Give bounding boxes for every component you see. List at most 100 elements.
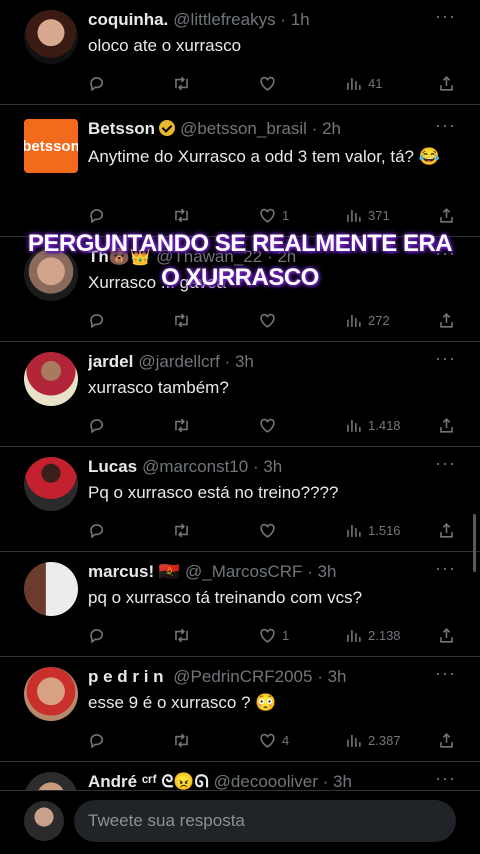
reply-icon <box>90 733 104 748</box>
reply-button[interactable] <box>88 204 107 226</box>
views-button[interactable]: 41 <box>344 72 382 94</box>
verified-icon <box>159 120 176 136</box>
author-name[interactable]: Lucas <box>88 457 137 476</box>
tweet-time: · 2h <box>311 119 341 138</box>
author-handle[interactable]: @betsson_brasil <box>180 119 307 138</box>
tweet-text: esse 9 é o xurrasco ? 😳 <box>88 693 277 712</box>
views-icon <box>347 419 361 432</box>
share-icon <box>440 417 453 433</box>
views-button[interactable]: 371 <box>344 204 390 226</box>
views-button[interactable]: 272 <box>344 309 390 331</box>
tweet[interactable]: jardel @jardellcrf · 3h ··· xurrasco tamb… <box>0 342 480 447</box>
current-user-avatar[interactable] <box>24 801 64 841</box>
reply-input[interactable]: Tweete sua resposta <box>74 800 456 842</box>
author-name[interactable]: Betsson <box>88 119 155 138</box>
author-name[interactable]: coquinha. <box>88 10 168 29</box>
tweet[interactable]: p e d r i n @PedrinCRF2005 · 3h ··· esse… <box>0 657 480 762</box>
retweet-button[interactable] <box>172 414 191 436</box>
share-button[interactable] <box>437 624 456 646</box>
tweet-actions: 272 <box>88 309 456 331</box>
share-icon <box>440 207 453 223</box>
share-button[interactable] <box>437 72 456 94</box>
tweet-actions: 41 <box>88 72 456 94</box>
more-icon[interactable]: ··· <box>435 768 456 789</box>
more-icon[interactable]: ··· <box>435 115 456 136</box>
avatar[interactable] <box>24 562 78 616</box>
avatar[interactable] <box>24 352 78 406</box>
views-button[interactable]: 2.138 <box>344 624 401 646</box>
like-count: 1 <box>282 627 290 643</box>
more-icon[interactable]: ··· <box>435 348 456 369</box>
avatar[interactable] <box>24 772 78 790</box>
retweet-icon <box>175 418 188 432</box>
author-handle[interactable]: @jardellcrf <box>138 352 220 371</box>
avatar[interactable] <box>24 457 78 511</box>
share-icon <box>440 522 453 538</box>
share-button[interactable] <box>437 204 456 226</box>
share-button[interactable] <box>437 414 456 436</box>
share-button[interactable] <box>437 519 456 541</box>
reply-icon <box>90 523 104 538</box>
tweet[interactable]: marcus! 🇦🇴 @_MarcosCRF · 3h ··· pq o xurr… <box>0 552 480 657</box>
retweet-button[interactable] <box>172 309 191 331</box>
author-handle[interactable]: @littlefreakys <box>173 10 275 29</box>
view-count: 2.138 <box>368 627 401 643</box>
retweet-button[interactable] <box>172 519 191 541</box>
reply-icon <box>90 418 104 433</box>
more-icon[interactable]: ··· <box>435 453 456 474</box>
like-button[interactable]: 1 <box>258 624 289 646</box>
views-button[interactable]: 2.387 <box>344 729 401 751</box>
share-icon <box>440 732 453 748</box>
tweet-header: coquinha. @littlefreakys · 1h <box>88 9 428 31</box>
retweet-icon <box>175 76 188 90</box>
tweet[interactable]: coquinha. @littlefreakys · 1h ··· oloco a… <box>0 0 480 105</box>
author-handle[interactable]: @marconst10 <box>142 457 248 476</box>
tweet-actions: 1 2.138 <box>88 624 456 646</box>
more-icon[interactable]: ··· <box>435 6 456 27</box>
tweet[interactable]: André ᶜʳᶠ ᘓ😠ᘏ @decoooliver · 3h ··· <box>0 762 480 790</box>
views-icon <box>347 629 361 642</box>
retweet-button[interactable] <box>172 729 191 751</box>
retweet-button[interactable] <box>172 204 191 226</box>
like-button[interactable]: 1 <box>258 204 289 226</box>
author-name[interactable]: p e d r i n <box>88 667 168 686</box>
heart-icon <box>260 628 275 643</box>
reply-button[interactable] <box>88 519 107 541</box>
like-button[interactable] <box>258 72 282 94</box>
author-handle[interactable]: @PedrinCRF2005 <box>173 667 312 686</box>
author-name[interactable]: André ᶜʳᶠ ᘓ😠ᘏ <box>88 772 209 790</box>
like-button[interactable] <box>258 309 282 331</box>
avatar[interactable]: betsson <box>24 119 78 173</box>
retweet-icon <box>175 733 188 747</box>
reply-button[interactable] <box>88 414 107 436</box>
avatar[interactable] <box>24 10 78 64</box>
retweet-button[interactable] <box>172 624 191 646</box>
author-handle[interactable]: @decoooliver <box>214 772 318 790</box>
avatar[interactable] <box>24 667 78 721</box>
view-count: 2.387 <box>368 732 401 748</box>
like-button[interactable]: 4 <box>258 729 289 751</box>
heart-icon <box>260 418 275 433</box>
author-handle[interactable]: @_MarcosCRF <box>185 562 302 581</box>
author-name[interactable]: jardel <box>88 352 133 371</box>
tweet-text: xurrasco também? <box>88 378 229 397</box>
share-button[interactable] <box>437 729 456 751</box>
reply-button[interactable] <box>88 624 107 646</box>
tweet[interactable]: betsson Betsson @betsson_brasil · 2h ··· … <box>0 105 480 237</box>
reply-button[interactable] <box>88 309 107 331</box>
like-button[interactable] <box>258 414 282 436</box>
scrollbar[interactable] <box>473 514 476 572</box>
views-button[interactable]: 1.418 <box>344 414 401 436</box>
views-button[interactable]: 1.516 <box>344 519 401 541</box>
more-icon[interactable]: ··· <box>435 558 456 579</box>
retweet-button[interactable] <box>172 72 191 94</box>
view-count: 1.516 <box>368 522 401 538</box>
reply-button[interactable] <box>88 72 107 94</box>
tweet[interactable]: Lucas @marconst10 · 3h ··· Pq o xurrasco … <box>0 447 480 552</box>
reply-button[interactable] <box>88 729 107 751</box>
share-button[interactable] <box>437 309 456 331</box>
author-name[interactable]: marcus! 🇦🇴 <box>88 562 180 581</box>
like-button[interactable] <box>258 519 282 541</box>
reply-icon <box>90 208 104 223</box>
more-icon[interactable]: ··· <box>435 663 456 684</box>
